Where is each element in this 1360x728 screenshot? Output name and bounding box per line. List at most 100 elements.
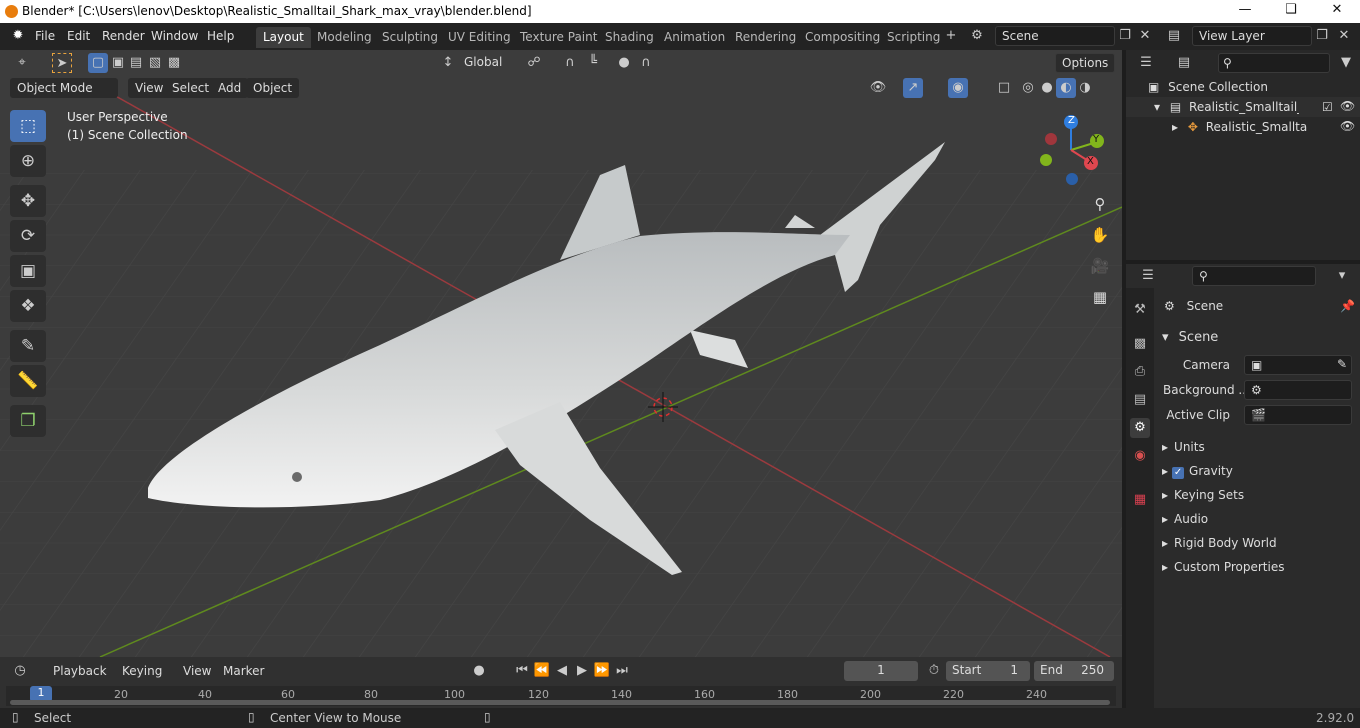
snap-icon[interactable]: ∩ — [560, 53, 580, 73]
tool-cursor[interactable]: ⊕ — [10, 145, 46, 177]
next-keyframe-icon[interactable]: ⏩ — [592, 661, 612, 681]
world-tab-icon[interactable]: ◉ — [1130, 446, 1150, 466]
tool-select-box[interactable]: ⬚ — [10, 110, 46, 142]
output-tab-icon[interactable]: ⎙ — [1130, 362, 1150, 382]
current-frame-field[interactable]: 1 — [844, 661, 918, 681]
gizmo-toggle-icon[interactable]: ↗ — [903, 78, 923, 98]
tool-tab-icon[interactable]: ⚒ — [1130, 300, 1150, 320]
tab-animation[interactable]: Animation — [657, 27, 732, 48]
tool-scale[interactable]: ▣ — [10, 255, 46, 287]
zoom-icon[interactable]: ⚲ — [1087, 191, 1113, 217]
tool-transform[interactable]: ❖ — [10, 290, 46, 322]
blender-menu-icon[interactable]: ✹ — [8, 26, 28, 46]
scene-panel-header[interactable]: ▾ Scene — [1154, 326, 1360, 348]
new-scene-icon[interactable]: ❐ — [1115, 26, 1135, 46]
outliner-search-input[interactable]: ⚲ — [1218, 53, 1330, 73]
play-icon[interactable]: ▶ — [572, 661, 592, 681]
filter-icon[interactable]: ▼ — [1336, 53, 1356, 73]
rigid-body-world-panel[interactable]: ▸ Rigid Body World — [1154, 532, 1360, 554]
select-tool-icon[interactable]: ➤ — [52, 53, 72, 73]
maximize-button[interactable]: ❑ — [1268, 2, 1314, 22]
record-icon[interactable]: ● — [469, 661, 489, 681]
start-frame-field[interactable]: Start 1 — [946, 661, 1030, 681]
visibility-icon[interactable]: 👁 — [868, 78, 888, 98]
rendered-shading-icon[interactable]: ◑ — [1075, 78, 1095, 98]
select-extend-icon[interactable]: ▣ — [108, 53, 128, 73]
properties-options-icon[interactable]: ▾ — [1332, 266, 1352, 286]
render-tab-icon[interactable]: ▩ — [1130, 334, 1150, 354]
timeline-menu-marker[interactable]: Marker — [216, 661, 271, 681]
outliner-scene-collection[interactable]: ▣ Scene Collection — [1126, 77, 1360, 97]
tool-annotate[interactable]: ✎ — [10, 330, 46, 362]
mode-dropdown[interactable]: Object Mode — [10, 78, 118, 98]
tab-sculpting[interactable]: Sculpting — [375, 27, 445, 48]
snap-target-icon[interactable]: ╚ — [583, 53, 603, 73]
gravity-checkbox[interactable]: ✓ — [1172, 467, 1185, 479]
remove-view-layer-icon[interactable]: ✕ — [1334, 26, 1354, 46]
outliner-display-mode-icon[interactable]: ▤ — [1174, 53, 1194, 73]
view-layer-icon[interactable]: ▤ — [1164, 26, 1184, 46]
outliner-collection-row[interactable]: ▾ ▤ Realistic_Smalltail_Shark ☑ 👁 — [1126, 97, 1360, 117]
scene-name-field[interactable]: Scene — [995, 26, 1115, 46]
jump-end-icon[interactable]: ⏭ — [612, 661, 632, 681]
camera-view-icon[interactable]: 🎥 — [1087, 253, 1113, 279]
tab-scripting[interactable]: Scripting — [880, 27, 947, 48]
properties-search-input[interactable]: ⚲ — [1192, 266, 1316, 286]
timeline-scrollbar[interactable] — [10, 700, 1110, 705]
eyedropper-icon[interactable]: ✎ — [1337, 357, 1347, 371]
minimize-button[interactable]: — — [1222, 2, 1268, 22]
background-field[interactable]: ⚙ — [1244, 380, 1352, 400]
tab-modeling[interactable]: Modeling — [310, 27, 379, 48]
timeline-editor-icon[interactable]: ◷ — [10, 661, 30, 681]
eye-icon[interactable]: 👁 — [1340, 119, 1355, 133]
scene-icon[interactable]: ⚙ — [967, 26, 987, 46]
properties-editor-icon[interactable]: ☰ — [1138, 266, 1158, 286]
viewport-menu-object[interactable]: Object — [246, 78, 300, 98]
timeline-ruler[interactable]: 1 20 40 60 80 100 120 140 160 180 200 22… — [6, 686, 1116, 706]
new-view-layer-icon[interactable]: ❐ — [1312, 26, 1332, 46]
tab-texture-paint[interactable]: Texture Paint — [513, 27, 604, 48]
select-subtract-icon[interactable]: ▤ — [126, 53, 146, 73]
wireframe-shading-icon[interactable]: ◎ — [1018, 78, 1038, 98]
play-reverse-icon[interactable]: ◀ — [552, 661, 572, 681]
ortho-grid-icon[interactable]: ▦ — [1087, 284, 1113, 310]
viewport-menu-select[interactable]: Select — [165, 78, 217, 98]
camera-field[interactable]: ▣ ✎ — [1244, 355, 1352, 375]
outliner-editor-icon[interactable]: ☰ — [1136, 53, 1156, 73]
solid-shading-icon[interactable]: ● — [1037, 78, 1057, 98]
tab-rendering[interactable]: Rendering — [728, 27, 803, 48]
tab-shading[interactable]: Shading — [598, 27, 661, 48]
audio-panel[interactable]: ▸ Audio — [1154, 508, 1360, 530]
view-layer-tab-icon[interactable]: ▤ — [1130, 390, 1150, 410]
jump-start-icon[interactable]: ⏮ — [512, 661, 532, 681]
options-dropdown[interactable]: Options — [1055, 53, 1115, 73]
scene-tab-icon[interactable]: ⚙ — [1130, 418, 1150, 438]
tab-layout[interactable]: Layout — [256, 27, 311, 48]
menu-window[interactable]: Window — [151, 29, 198, 43]
tool-move[interactable]: ✥ — [10, 185, 46, 217]
custom-properties-panel[interactable]: ▸ Custom Properties — [1154, 556, 1360, 578]
view-layer-field[interactable]: View Layer — [1192, 26, 1312, 46]
eye-icon[interactable]: 👁 — [1340, 99, 1355, 113]
select-intersect-icon[interactable]: ▩ — [164, 53, 184, 73]
stopwatch-icon[interactable]: ⏱ — [924, 661, 944, 681]
keying-sets-panel[interactable]: ▸ Keying Sets — [1154, 484, 1360, 506]
material-shading-icon[interactable]: ◐ — [1056, 78, 1076, 98]
checkbox-icon[interactable]: ☑ — [1322, 100, 1333, 114]
tab-compositing[interactable]: Compositing — [798, 27, 887, 48]
menu-edit[interactable]: Edit — [67, 29, 90, 43]
editor-type-icon[interactable]: ⌖ — [12, 53, 32, 73]
timeline-menu-playback[interactable]: Playback — [46, 661, 114, 681]
viewport-menu-add[interactable]: Add — [211, 78, 249, 98]
pivot-point-icon[interactable]: ☍ — [524, 53, 544, 73]
transform-orientation-dropdown[interactable]: Global — [458, 53, 514, 73]
timeline-menu-view[interactable]: View — [176, 661, 218, 681]
tool-measure[interactable]: 📏 — [10, 365, 46, 397]
close-window-button[interactable]: ✕ — [1314, 2, 1360, 22]
add-workspace-icon[interactable]: + — [941, 26, 961, 46]
xray-icon[interactable]: □ — [994, 78, 1014, 98]
tool-add-cube[interactable]: ❐ — [10, 405, 46, 437]
proportional-edit-icon[interactable]: ● — [614, 53, 634, 73]
prev-keyframe-icon[interactable]: ⏪ — [532, 661, 552, 681]
end-frame-field[interactable]: End 250 — [1034, 661, 1114, 681]
